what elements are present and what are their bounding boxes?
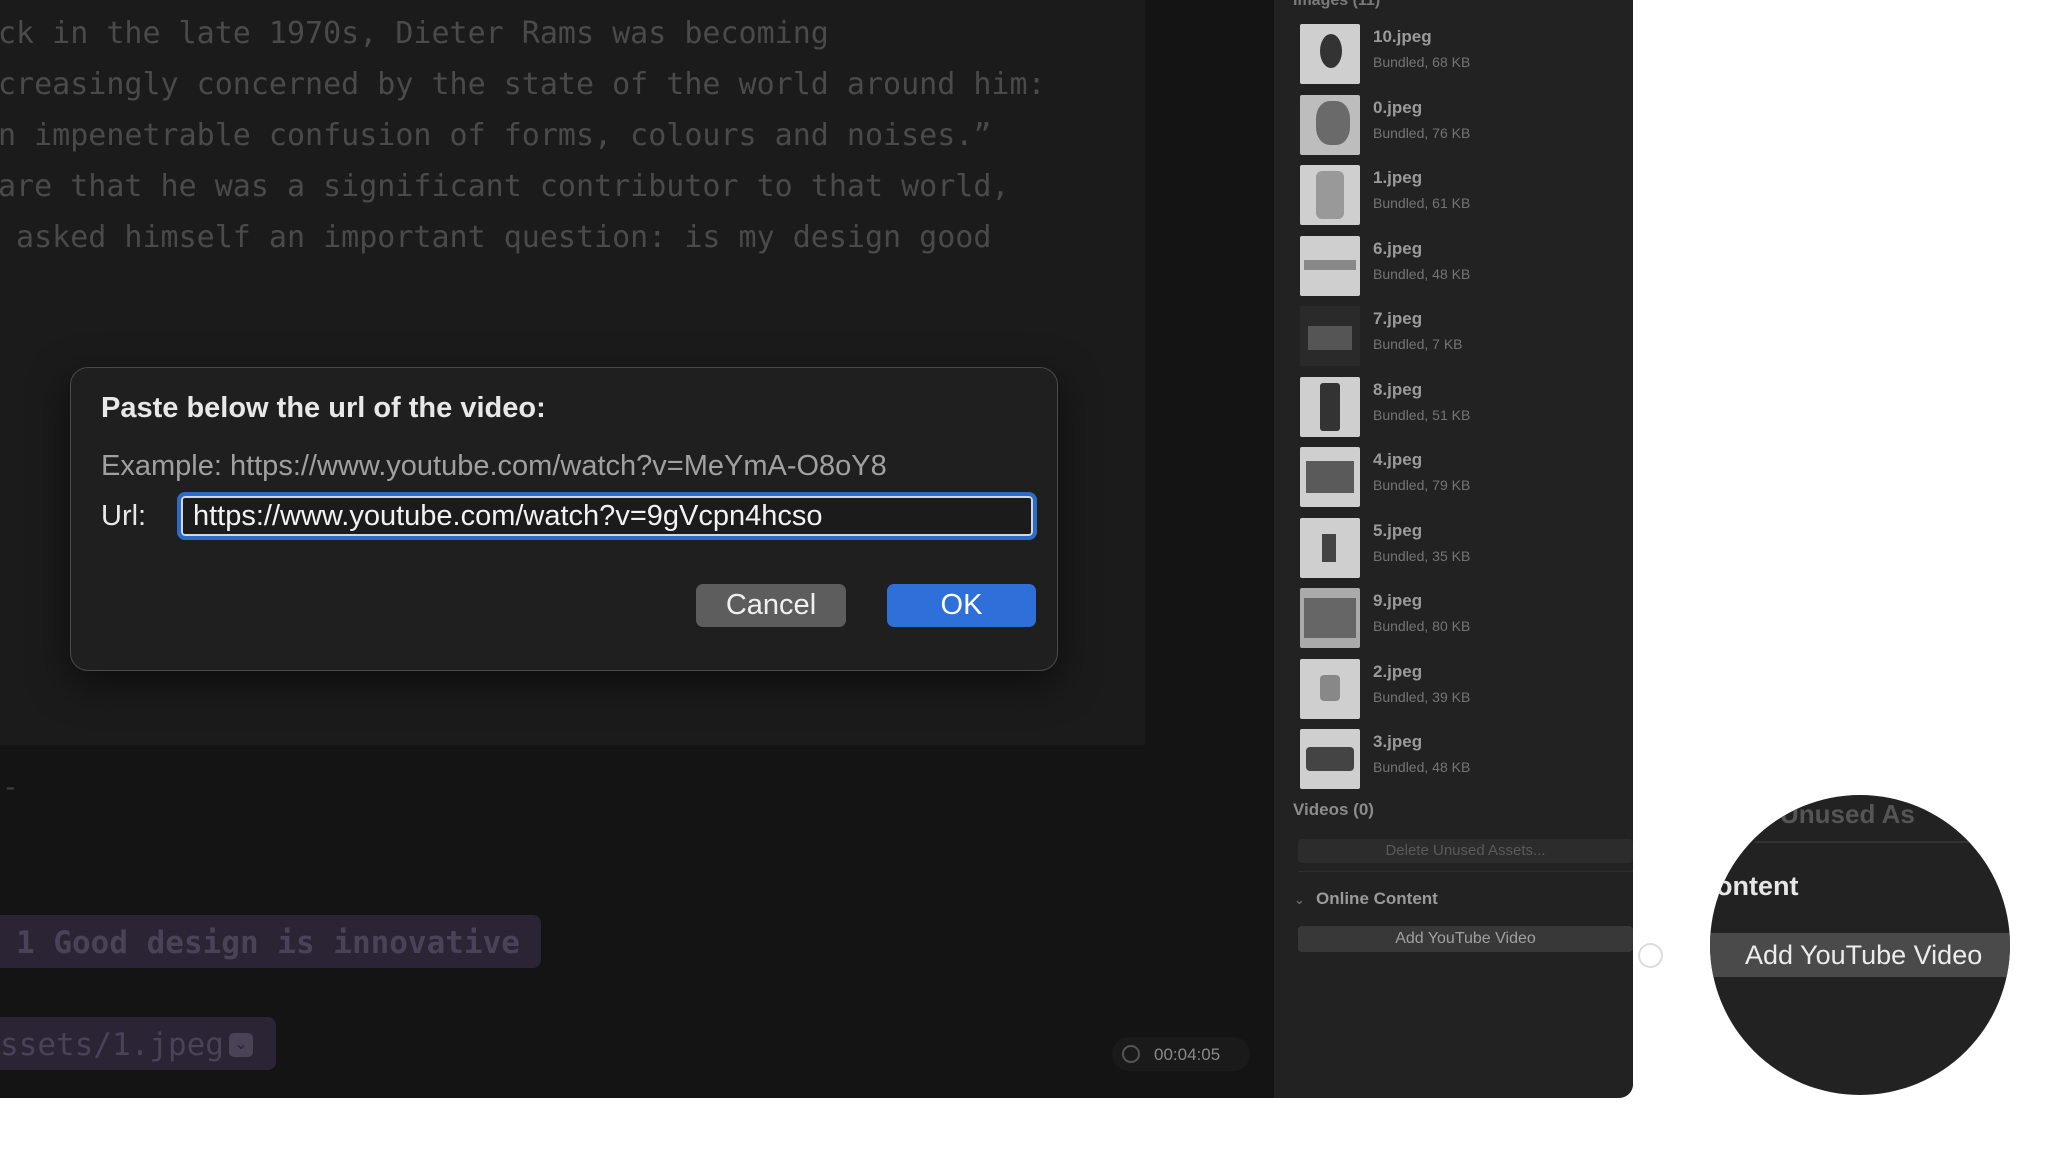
asset-meta: Bundled, 7 KB — [1373, 336, 1463, 352]
delete-unused-assets-button[interactable]: Delete Unused Assets... — [1298, 839, 1633, 863]
callout-unused-text: Unused As — [1780, 799, 1915, 829]
heading-block[interactable]: 1 Good design is innovative — [0, 915, 541, 968]
prose-line: creasingly concerned by the state of the… — [0, 67, 1046, 102]
asset-list-item[interactable]: 7.jpeg Bundled, 7 KB — [1300, 306, 1620, 376]
asset-name: 5.jpeg — [1373, 521, 1423, 540]
image-thumbnail — [1300, 306, 1360, 366]
image-thumbnail — [1300, 447, 1360, 507]
markdown-editor[interactable]: ck in the late 1970s, Dieter Rams was be… — [0, 0, 1274, 1098]
asset-list-item[interactable]: 10.jpeg Bundled, 68 KB — [1300, 24, 1620, 94]
asset-meta: Bundled, 51 KB — [1373, 407, 1471, 423]
asset-meta: Bundled, 76 KB — [1373, 125, 1471, 141]
image-thumbnail — [1300, 518, 1360, 578]
asset-meta: Bundled, 35 KB — [1373, 548, 1471, 564]
asset-name: 9.jpeg — [1373, 591, 1423, 610]
image-thumbnail — [1300, 24, 1360, 84]
image-thumbnail — [1300, 377, 1360, 437]
asset-list-item[interactable]: 9.jpeg Bundled, 80 KB — [1300, 588, 1620, 658]
image-thumbnail — [1300, 95, 1360, 155]
asset-path: ssets/1.jpeg — [0, 1027, 224, 1063]
asset-list-item[interactable]: 4.jpeg Bundled, 79 KB — [1300, 447, 1620, 517]
asset-list-item[interactable]: 5.jpeg Bundled, 35 KB — [1300, 518, 1620, 588]
url-input[interactable] — [177, 492, 1037, 540]
asset-list-item[interactable]: 0.jpeg Bundled, 76 KB — [1300, 95, 1620, 165]
asset-list-item[interactable]: 8.jpeg Bundled, 51 KB — [1300, 377, 1620, 447]
videos-section-header: Videos (0) — [1293, 800, 1374, 819]
prose-line: asked himself an important question: is … — [0, 220, 992, 255]
asset-list-item[interactable]: 6.jpeg Bundled, 48 KB — [1300, 236, 1620, 306]
url-label: Url: — [101, 500, 147, 532]
youtube-url-dialog: Paste below the url of the video: Exampl… — [70, 367, 1058, 671]
asset-name: 3.jpeg — [1373, 732, 1423, 751]
asset-list-item[interactable]: 2.jpeg Bundled, 39 KB — [1300, 659, 1620, 729]
image-thumbnail — [1300, 236, 1360, 296]
image-thumbnail — [1300, 165, 1360, 225]
zoom-callout: Unused As ontent Add YouTube Video — [1710, 795, 2010, 1095]
divider — [1298, 871, 1633, 872]
asset-name: 0.jpeg — [1373, 98, 1423, 117]
reading-timer: 00:04:05 — [1112, 1037, 1250, 1071]
ok-button[interactable]: OK — [887, 584, 1036, 627]
heading-text: 1 Good design is innovative — [16, 925, 520, 961]
asset-meta: Bundled, 48 KB — [1373, 759, 1471, 775]
clock-icon — [1122, 1045, 1140, 1063]
image-thumbnail — [1300, 659, 1360, 719]
image-thumbnail — [1300, 588, 1360, 648]
asset-list-item[interactable]: 3.jpeg Bundled, 48 KB — [1300, 729, 1620, 799]
asset-meta: Bundled, 39 KB — [1373, 689, 1471, 705]
asset-name: 10.jpeg — [1373, 27, 1432, 46]
asset-name: 1.jpeg — [1373, 168, 1423, 187]
editor-prose: ck in the late 1970s, Dieter Rams was be… — [0, 8, 1046, 263]
online-content-label: Online Content — [1316, 889, 1438, 908]
assets-sidebar: Images (11) 10.jpeg Bundled, 68 KB 0.jpe… — [1274, 0, 1633, 1098]
chevron-down-icon[interactable]: ⌄ — [229, 1033, 253, 1057]
asset-meta: Bundled, 79 KB — [1373, 477, 1471, 493]
online-content-header[interactable]: ⌄ Online Content — [1294, 889, 1438, 909]
editor-dash: - — [2, 770, 19, 803]
timer-value: 00:04:05 — [1154, 1045, 1221, 1064]
prose-line: are that he was a significant contributo… — [0, 169, 1010, 204]
asset-meta: Bundled, 61 KB — [1373, 195, 1471, 211]
dialog-example-text: Example: https://www.youtube.com/watch?v… — [101, 450, 887, 482]
callout-pointer-dot — [1640, 945, 1661, 966]
callout-content-text: ontent — [1716, 871, 1799, 901]
image-thumbnail — [1300, 729, 1360, 789]
asset-name: 8.jpeg — [1373, 380, 1423, 399]
images-section-header: Images (11) — [1293, 0, 1381, 9]
divider — [1755, 841, 2010, 843]
asset-name: 7.jpeg — [1373, 309, 1423, 328]
add-youtube-video-button[interactable]: Add YouTube Video — [1298, 926, 1633, 952]
chevron-down-icon[interactable]: ⌄ — [1294, 892, 1308, 908]
asset-name: 4.jpeg — [1373, 450, 1423, 469]
asset-meta: Bundled, 80 KB — [1373, 618, 1471, 634]
asset-meta: Bundled, 68 KB — [1373, 54, 1471, 70]
prose-line: ck in the late 1970s, Dieter Rams was be… — [0, 16, 829, 51]
asset-name: 2.jpeg — [1373, 662, 1423, 681]
asset-meta: Bundled, 48 KB — [1373, 266, 1471, 282]
dialog-title: Paste below the url of the video: — [101, 392, 546, 424]
asset-link-block[interactable]: ssets/1.jpeg ⌄ — [0, 1017, 276, 1070]
prose-line: n impenetrable confusion of forms, colou… — [0, 118, 992, 153]
cancel-button[interactable]: Cancel — [696, 584, 846, 627]
app-window: ck in the late 1970s, Dieter Rams was be… — [0, 0, 1633, 1098]
callout-add-youtube-video-button: Add YouTube Video — [1710, 933, 2010, 977]
asset-name: 6.jpeg — [1373, 239, 1423, 258]
asset-list-item[interactable]: 1.jpeg Bundled, 61 KB — [1300, 165, 1620, 235]
